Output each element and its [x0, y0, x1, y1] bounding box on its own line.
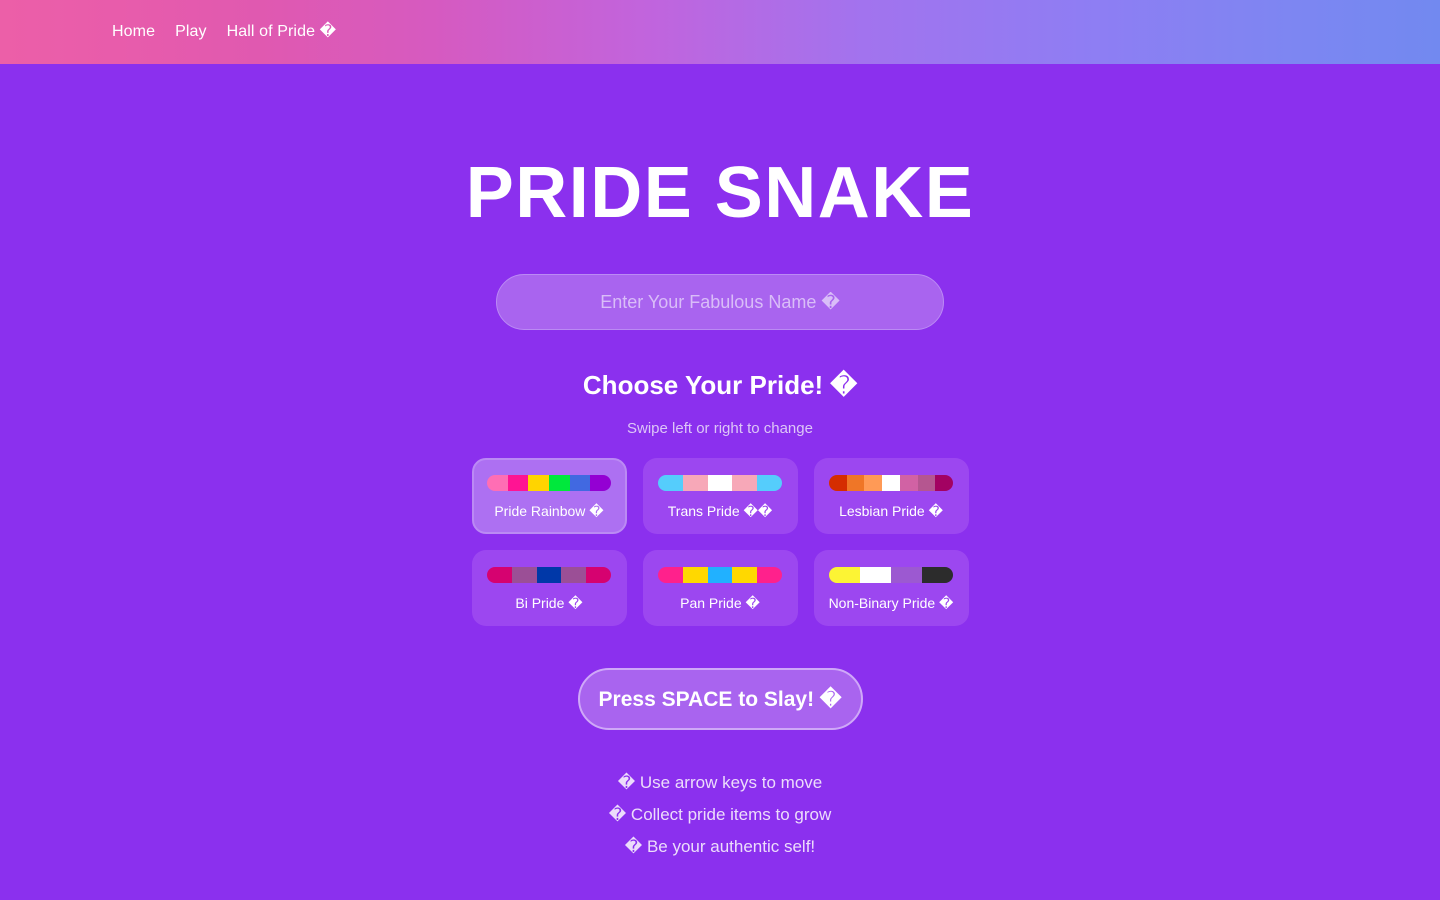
flag-card-pan-pride[interactable]: Pan Pride �: [642, 550, 798, 626]
flag-label-bi-pride: Bi Pride �: [515, 594, 583, 611]
start-game-button[interactable]: Press SPACE to Slay! �: [577, 668, 863, 730]
instruction-line: � Use arrow keys to move: [617, 773, 823, 792]
main-content: PRIDE SNAKE Choose Your Pride! � Swipe l…: [0, 64, 1440, 855]
flag-card-non-binary-pride[interactable]: Non-Binary Pride �: [813, 550, 969, 626]
flag-swatch-pride-rainbow: [487, 474, 611, 491]
instruction-line: � Be your authentic self!: [624, 837, 816, 856]
pride-flag-selector-grid: Pride Rainbow � Trans Pride �� Lesbian Pri…: [471, 458, 969, 626]
flag-label-trans-pride: Trans Pride ��: [667, 502, 773, 519]
nav-links: Home Play Hall of Pride �: [112, 24, 336, 40]
nav-link-hall-of-pride[interactable]: Hall of Pride �: [227, 24, 337, 40]
flag-swatch-lesbian-pride: [829, 474, 953, 491]
flag-card-lesbian-pride[interactable]: Lesbian Pride �: [813, 458, 969, 534]
nav-link-play[interactable]: Play: [175, 24, 207, 40]
flag-swatch-bi-pride: [487, 566, 611, 583]
flag-card-trans-pride[interactable]: Trans Pride ��: [642, 458, 798, 534]
swipe-hint-text: Swipe left or right to change: [627, 420, 813, 437]
flag-swatch-non-binary-pride: [829, 566, 953, 583]
flag-label-pride-rainbow: Pride Rainbow �: [494, 502, 604, 519]
flag-label-non-binary-pride: Non-Binary Pride �: [828, 594, 954, 611]
flag-swatch-pan-pride: [658, 566, 782, 583]
flag-swatch-trans-pride: [658, 474, 782, 491]
page-title: PRIDE SNAKE: [465, 153, 975, 233]
flag-label-lesbian-pride: Lesbian Pride �: [839, 502, 943, 519]
flag-card-pride-rainbow[interactable]: Pride Rainbow �: [471, 458, 627, 534]
nav-link-home[interactable]: Home: [112, 24, 155, 40]
instruction-line: � Collect pride items to grow: [608, 805, 832, 824]
choose-pride-heading: Choose Your Pride! �: [582, 370, 858, 400]
flag-card-bi-pride[interactable]: Bi Pride �: [471, 550, 627, 626]
flag-label-pan-pride: Pan Pride �: [680, 594, 760, 611]
top-navigation-bar: Home Play Hall of Pride �: [0, 0, 1440, 64]
instructions-list: � Use arrow keys to move � Collect pride …: [609, 774, 831, 855]
player-name-input[interactable]: [496, 274, 944, 330]
